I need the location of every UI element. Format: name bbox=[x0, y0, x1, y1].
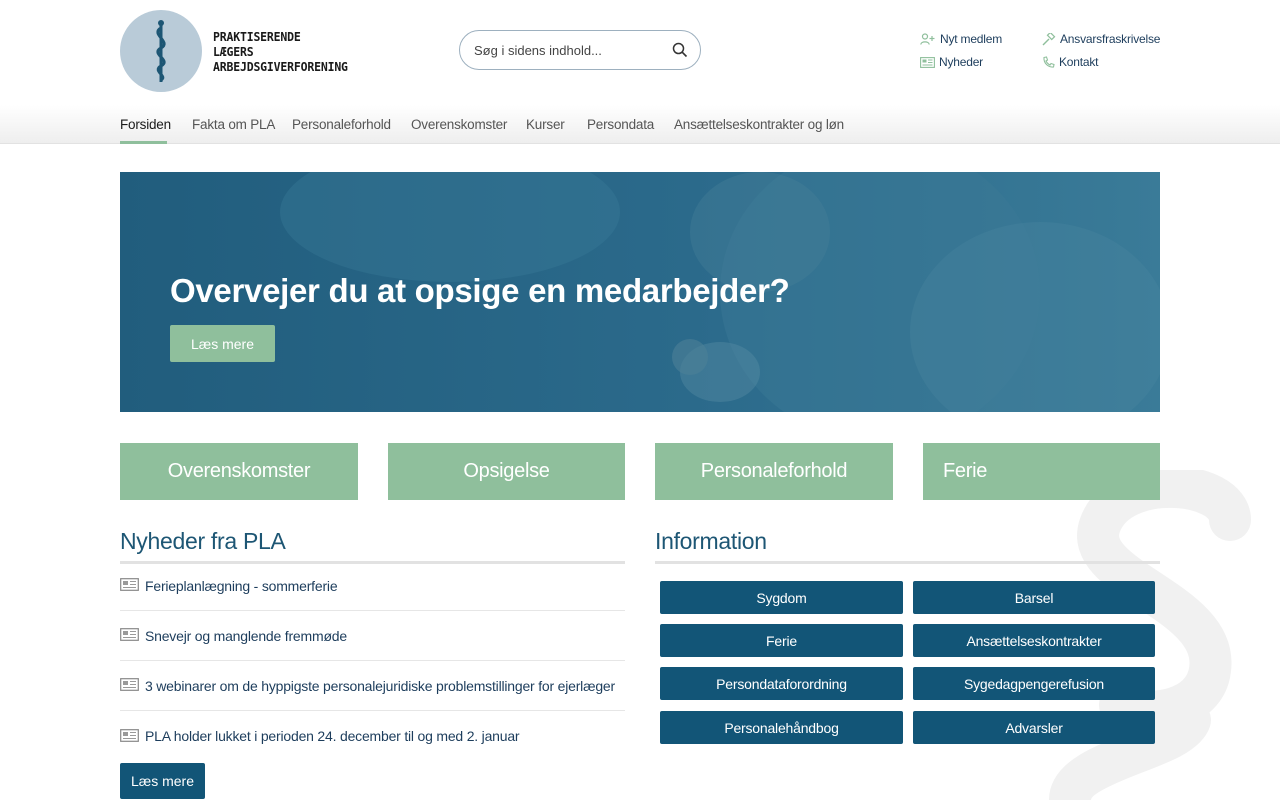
info-button-sygedagpengerefusion[interactable]: Sygedagpengerefusion bbox=[913, 667, 1155, 700]
info-section-divider bbox=[655, 561, 1160, 564]
news-item-title[interactable]: Ferieplanlægning - sommerferie bbox=[145, 578, 338, 594]
logo-emblem bbox=[120, 10, 202, 92]
info-button-persondataforordning[interactable]: Persondataforordning bbox=[660, 667, 903, 700]
info-button-personalehaandbog[interactable]: Personalehåndbog bbox=[660, 711, 903, 744]
utility-link-contact[interactable]: Kontakt bbox=[1042, 55, 1098, 69]
info-button-ansaettelseskontrakter[interactable]: Ansættelseskontrakter bbox=[913, 624, 1155, 657]
nav-item-fakta[interactable]: Fakta om PLA bbox=[192, 117, 275, 132]
main-nav: Forsiden Fakta om PLA Personaleforhold O… bbox=[0, 105, 1280, 144]
news-item[interactable]: PLA holder lukket i perioden 24. decembe… bbox=[120, 711, 625, 761]
news-item-title[interactable]: Snevejr og manglende fremmøde bbox=[145, 628, 347, 644]
news-item-title[interactable]: PLA holder lukket i perioden 24. decembe… bbox=[145, 728, 520, 744]
nav-item-ansaettelseskontrakter[interactable]: Ansættelseskontrakter og løn bbox=[674, 117, 844, 132]
tile-personaleforhold[interactable]: Personaleforhold bbox=[655, 443, 893, 500]
info-button-ferie[interactable]: Ferie bbox=[660, 624, 903, 657]
newspaper-icon bbox=[920, 56, 935, 68]
utility-link-disclaimer[interactable]: Ansvarsfraskrivelse bbox=[1042, 32, 1160, 46]
nav-item-forsiden[interactable]: Forsiden bbox=[120, 117, 171, 132]
logo-line: LÆGERS bbox=[213, 43, 254, 59]
info-section-title: Information bbox=[655, 528, 767, 554]
tile-ferie[interactable]: Ferie bbox=[923, 443, 1160, 500]
phone-icon bbox=[1043, 55, 1055, 68]
utility-link-news[interactable]: Nyheder bbox=[920, 55, 983, 69]
newspaper-icon bbox=[120, 628, 139, 641]
gavel-icon bbox=[1042, 32, 1056, 45]
nav-item-kurser[interactable]: Kurser bbox=[526, 117, 565, 132]
logo-text: PRAKTISERENDE LÆGERS ARBEJDSGIVERFORENIN… bbox=[213, 29, 348, 74]
nav-item-personaleforhold[interactable]: Personaleforhold bbox=[292, 117, 391, 132]
newspaper-icon bbox=[120, 578, 139, 591]
logo-line: PRAKTISERENDE bbox=[213, 28, 301, 44]
info-button-barsel[interactable]: Barsel bbox=[913, 581, 1155, 614]
news-item[interactable]: 3 webinarer om de hyppigste personalejur… bbox=[120, 661, 625, 711]
add-user-icon bbox=[920, 33, 935, 45]
logo[interactable]: PRAKTISERENDE LÆGERS ARBEJDSGIVERFORENIN… bbox=[120, 10, 360, 92]
news-read-more-button[interactable]: Læs mere bbox=[120, 763, 205, 799]
logo-line: ARBEJDSGIVERFORENING bbox=[213, 58, 348, 74]
news-item[interactable]: Snevejr og manglende fremmøde bbox=[120, 611, 625, 661]
info-button-advarsler[interactable]: Advarsler bbox=[913, 711, 1155, 744]
hero-banner: Overvejer du at opsige en medarbejder? L… bbox=[120, 172, 1160, 412]
search-icon[interactable] bbox=[672, 42, 688, 58]
nav-item-overenskomster[interactable]: Overenskomster bbox=[411, 117, 507, 132]
newspaper-icon bbox=[120, 728, 139, 742]
info-button-sygdom[interactable]: Sygdom bbox=[660, 581, 903, 614]
utility-link-label: Ansvarsfraskrivelse bbox=[1060, 32, 1161, 46]
utility-link-label: Kontakt bbox=[1059, 55, 1099, 69]
hero-read-more-button[interactable]: Læs mere bbox=[170, 325, 275, 362]
utility-link-new-member[interactable]: Nyt medlem bbox=[920, 32, 1002, 46]
nav-active-indicator bbox=[120, 141, 167, 144]
news-item-title[interactable]: 3 webinarer om de hyppigste personalejur… bbox=[145, 678, 615, 694]
tile-overenskomster[interactable]: Overenskomster bbox=[120, 443, 358, 500]
news-section-title: Nyheder fra PLA bbox=[120, 528, 286, 554]
hero-title: Overvejer du at opsige en medarbejder? bbox=[170, 272, 790, 309]
tile-opsigelse[interactable]: Opsigelse bbox=[388, 443, 625, 500]
utility-link-label: Nyheder bbox=[939, 55, 983, 69]
news-item[interactable]: Ferieplanlægning - sommerferie bbox=[120, 561, 625, 611]
newspaper-icon bbox=[120, 678, 139, 691]
site-header: PRAKTISERENDE LÆGERS ARBEJDSGIVERFORENIN… bbox=[0, 0, 1280, 105]
search-input[interactable] bbox=[474, 31, 664, 69]
search-box bbox=[459, 30, 701, 70]
utility-link-label: Nyt medlem bbox=[940, 32, 1003, 46]
nav-item-persondata[interactable]: Persondata bbox=[587, 117, 654, 132]
